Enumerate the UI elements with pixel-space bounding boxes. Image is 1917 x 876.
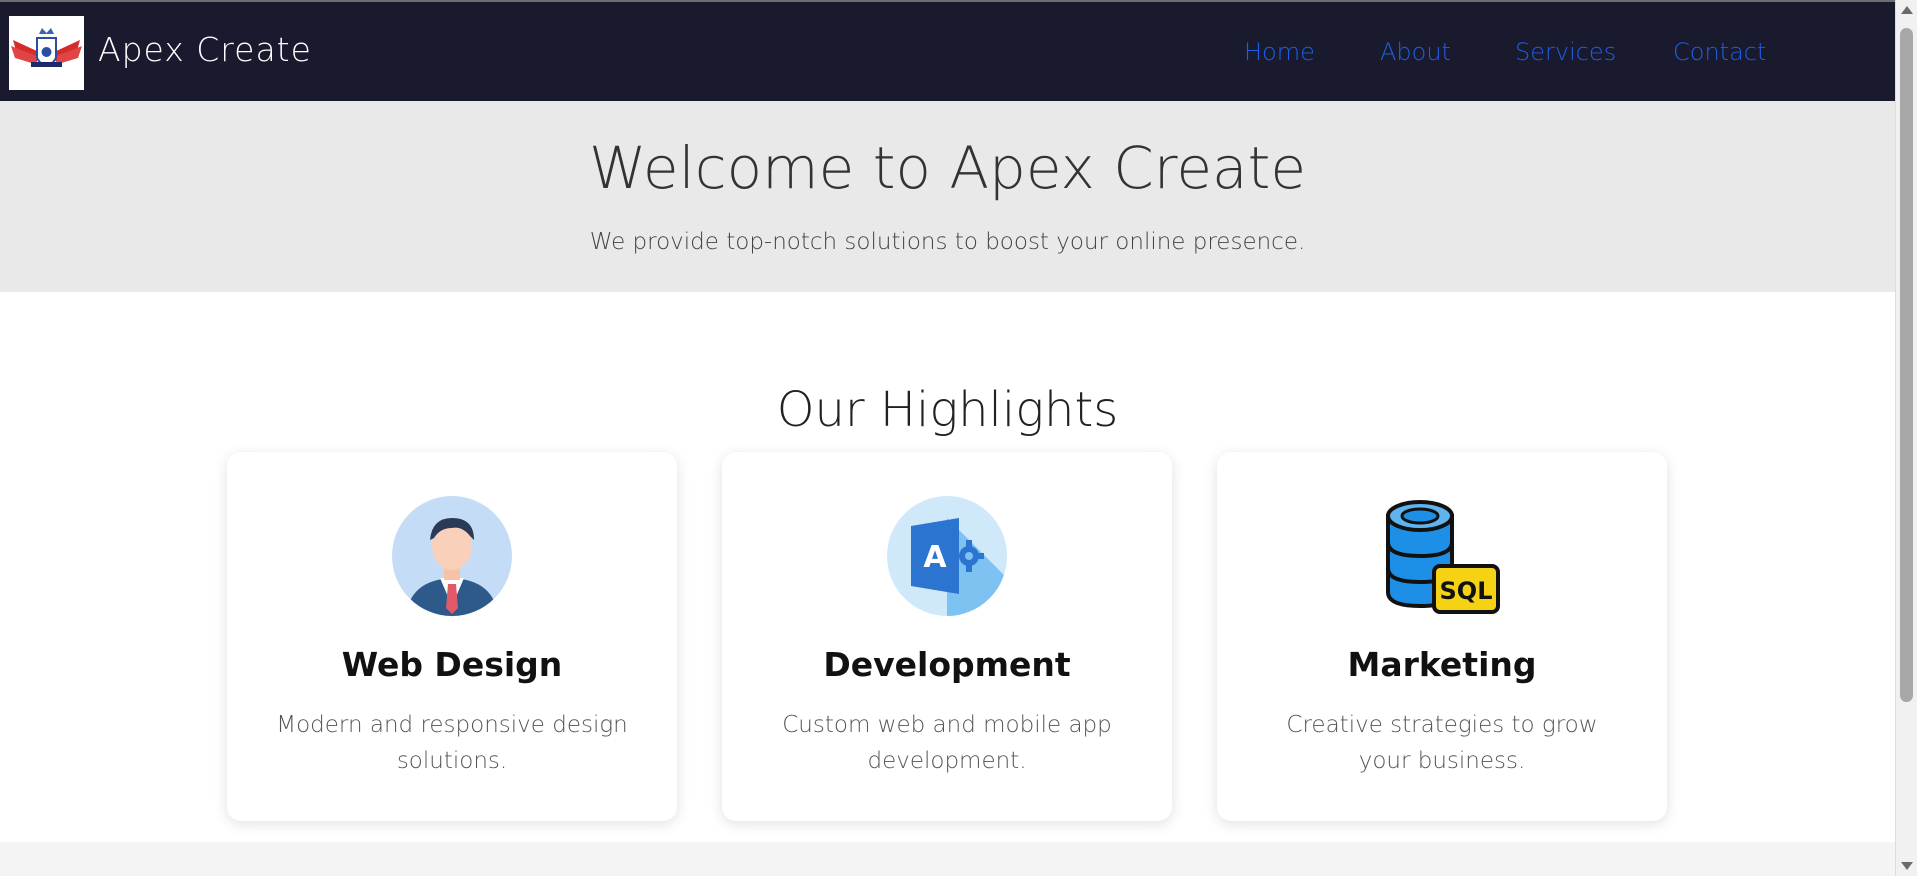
highlight-card-development[interactable]: A Development Custom web and mobile app … bbox=[722, 452, 1172, 821]
scroll-down-arrow-icon[interactable] bbox=[1901, 862, 1913, 870]
card-text: Modern and responsive design solutions. bbox=[276, 712, 628, 774]
nav-home[interactable]: Home bbox=[1244, 38, 1315, 66]
nav-about[interactable]: About bbox=[1380, 38, 1451, 66]
highlight-card-marketing[interactable]: SQL Marketing Creative strategies to gro… bbox=[1217, 452, 1667, 821]
highlight-card-web-design[interactable]: Web Design Modern and responsive design … bbox=[227, 452, 677, 821]
app-gear-icon: A bbox=[887, 496, 1007, 616]
navbar: Apex Create Home About Services Contact bbox=[0, 0, 1895, 101]
card-text: Creative strategies to grow your busines… bbox=[1286, 712, 1598, 774]
card-title: Web Design bbox=[341, 645, 563, 684]
page-scrollbar[interactable] bbox=[1895, 0, 1917, 876]
card-title: Development bbox=[823, 645, 1071, 684]
winged-shield-logo-icon bbox=[11, 28, 82, 67]
hero-section: Welcome to Apex Create We provide top-no… bbox=[0, 101, 1895, 292]
highlights-title: Our Highlights bbox=[776, 382, 1119, 438]
logo[interactable] bbox=[9, 16, 84, 90]
scroll-up-arrow-icon[interactable] bbox=[1901, 6, 1913, 14]
nav-contact[interactable]: Contact bbox=[1673, 38, 1766, 66]
brand-name[interactable]: Apex Create bbox=[98, 30, 312, 69]
hero-title: Welcome to Apex Create bbox=[588, 134, 1307, 202]
card-text: Custom web and mobile app development. bbox=[782, 712, 1112, 774]
svg-text:A: A bbox=[923, 540, 947, 575]
svg-text:SQL: SQL bbox=[1440, 577, 1493, 605]
card-title: Marketing bbox=[1347, 645, 1537, 684]
next-section bbox=[0, 842, 1895, 876]
businessman-avatar-icon bbox=[392, 496, 512, 616]
nav-services[interactable]: Services bbox=[1515, 38, 1616, 66]
sql-database-icon: SQL bbox=[1382, 496, 1502, 616]
scroll-thumb[interactable] bbox=[1900, 28, 1913, 702]
hero-subtitle: We provide top-notch solutions to boost … bbox=[589, 229, 1306, 255]
